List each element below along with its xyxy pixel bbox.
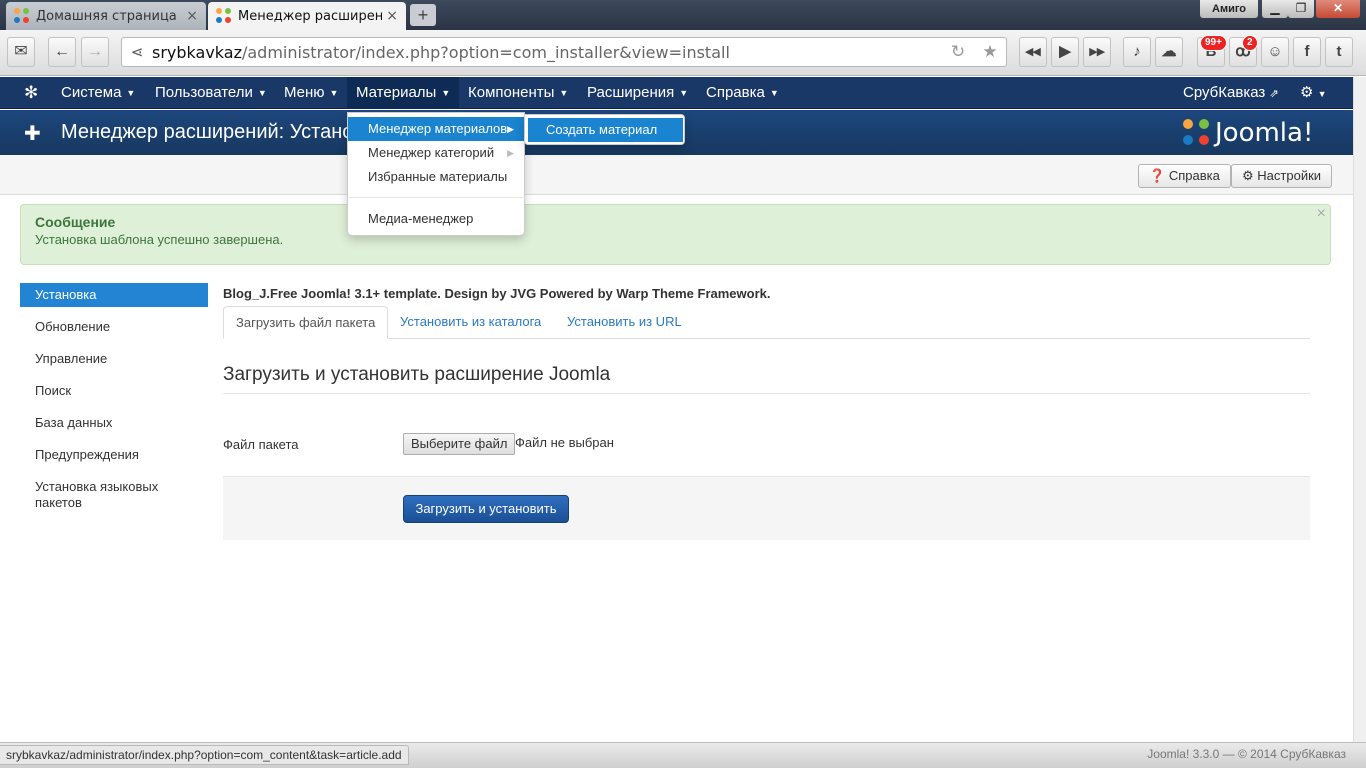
sidebar-item-update[interactable]: Обновление [20,315,208,339]
menu-content[interactable]: Материалы ▼ [347,77,460,109]
reload-icon[interactable]: ↻ [942,42,974,62]
alert-message: Установка шаблона успешно завершена. [35,232,284,247]
joomla-favicon-icon [14,8,30,24]
article-submenu: Создать материал [524,114,685,145]
fast-forward-icon[interactable]: ▸▸ [1083,37,1111,67]
browser-tab-label: Менеджер расширений - У [238,8,383,24]
submenu-arrow-icon: ▶ [507,124,514,134]
menu-system[interactable]: Система ▼ [52,77,144,109]
dropdown-item-category-manager[interactable]: Менеджер категорий ▶ [348,141,524,165]
page-title: Менеджер расширений: Установка [61,121,385,143]
gear-icon: ⚙ [1242,168,1254,183]
content-dropdown-menu: Менеджер материалов ▶ Менеджер категорий ▶… [347,112,525,236]
menu-menus[interactable]: Меню ▼ [275,77,347,109]
options-button[interactable]: ⚙ Настройки [1231,164,1333,188]
sidebar-item-warnings[interactable]: Предупреждения [20,443,208,467]
browser-toolbar: ✉ ← → ⋖ srybkavkaz/administrator/index.p… [0,30,1366,76]
puzzle-icon: ✚ [24,123,41,145]
sidebar-item-database[interactable]: База данных [20,411,208,435]
browser-tab-extensions[interactable]: Менеджер расширений - У × [208,2,406,30]
install-tabs: Загрузить файл пакета Установить из ката… [223,306,1310,339]
external-link-icon: ⇗ [1269,88,1279,100]
music-icon[interactable]: ♪ [1123,37,1151,67]
sidebar-item-discover[interactable]: Поиск [20,379,208,403]
twitter-icon[interactable]: t [1325,37,1353,67]
file-status: Файл не выбран [515,435,614,450]
submenu-item-add-article[interactable]: Создать материал [528,118,683,142]
facebook-icon[interactable]: f [1293,37,1321,67]
forward-icon[interactable]: → [81,37,109,67]
upload-install-button[interactable]: Загрузить и установить [403,495,569,523]
play-icon[interactable]: ▶ [1051,37,1079,67]
address-bar[interactable]: ⋖ srybkavkaz/administrator/index.php?opt… [121,37,1007,67]
site-link[interactable]: СрубКавказ ⇗ [1183,77,1279,109]
close-window-icon[interactable]: ✕ [1316,0,1360,18]
success-alert: Сообщение Установка шаблона успешно заве… [20,204,1331,265]
menu-extensions[interactable]: Расширения ▼ [578,77,697,109]
tab-upload-package[interactable]: Загрузить файл пакета [223,306,389,339]
template-message: Blog_J.Free Joomla! 3.1+ template. Desig… [223,286,771,301]
close-tab-icon[interactable]: × [186,8,198,24]
odnoklassniki-icon[interactable]: ꝏ 2 [1229,35,1258,67]
package-file-label: Файл пакета [223,437,299,452]
new-tab-button[interactable]: + [410,4,436,26]
sidebar-item-install[interactable]: Установка [20,283,208,307]
joomla-logo-icon[interactable]: ✻ [24,84,42,102]
question-icon: ❓ [1149,168,1166,183]
help-button[interactable]: ❓ Справка [1138,164,1231,188]
sidebar: Установка Обновление Управление Поиск Ба… [20,283,208,515]
tab-install-from-web[interactable]: Установить из каталога [388,306,553,339]
browser-user-button[interactable]: Амиго [1200,0,1258,18]
dropdown-divider [349,197,525,198]
chat-icon[interactable]: ☁ [1155,37,1183,67]
submenu-arrow-icon: ▶ [507,148,514,158]
minimize-icon[interactable]: ▁ [1262,0,1288,18]
joomla-favicon-icon [216,8,232,24]
menu-users[interactable]: Пользователи ▼ [146,77,276,109]
form-actions: Загрузить и установить [223,476,1310,540]
settings-gear-icon[interactable]: ⚙ ▼ [1300,77,1327,109]
bookmark-star-icon[interactable]: ★ [974,42,1006,62]
tab-install-from-url[interactable]: Установить из URL [555,306,694,339]
joomla-brand-logo: Joomla! [1183,118,1313,148]
vk-icon[interactable]: В 99+ [1197,35,1227,67]
friends-icon[interactable]: ☺ [1261,37,1289,67]
choose-file-button[interactable]: Выберите файл [403,433,516,455]
mail-icon[interactable]: ✉ [7,37,35,67]
browser-tab-bar: Домашняя страница × Менеджер расширений … [0,0,1366,30]
url-text[interactable]: srybkavkaz/administrator/index.php?optio… [152,43,942,62]
footer-version: Joomla! 3.3.0 — © 2014 СрубКавказ [1147,747,1346,761]
ok-badge: 2 [1242,35,1258,51]
rewind-icon[interactable]: ◂◂ [1019,37,1047,67]
vk-badge: 99+ [1200,35,1227,51]
close-icon[interactable]: × [1317,205,1326,223]
sidebar-item-languages[interactable]: Установка языковых пакетов [20,475,180,515]
joomla-mark-icon [1183,119,1211,147]
browser-tab-home[interactable]: Домашняя страница × [6,2,206,30]
maximize-icon[interactable]: ❐ [1288,0,1314,18]
dropdown-item-article-manager[interactable]: Менеджер материалов ▶ [348,117,524,141]
sidebar-item-manage[interactable]: Управление [20,347,208,371]
section-legend: Загрузить и установить расширение Joomla [223,364,1310,394]
dropdown-item-media-manager[interactable]: Медиа-менеджер [348,207,524,231]
browser-tab-label: Домашняя страница [36,8,177,24]
menu-components[interactable]: Компоненты ▼ [459,77,577,109]
back-icon[interactable]: ← [48,37,76,67]
page-toolbar: ❓ Справка ⚙ Настройки [0,155,1366,195]
page-scrollbar[interactable] [1353,77,1366,742]
alert-heading: Сообщение [35,214,116,230]
menu-help[interactable]: Справка ▼ [697,77,788,109]
share-icon[interactable]: ⋖ [122,43,152,61]
dropdown-item-featured-articles[interactable]: Избранные материалы [348,165,524,189]
close-tab-icon[interactable]: × [386,8,398,24]
admin-top-menu: ✻ Система ▼ Пользователи ▼ Меню ▼ Материалы… [0,77,1366,109]
browser-status-bar: srybkavkaz/administrator/index.php?optio… [0,745,409,765]
